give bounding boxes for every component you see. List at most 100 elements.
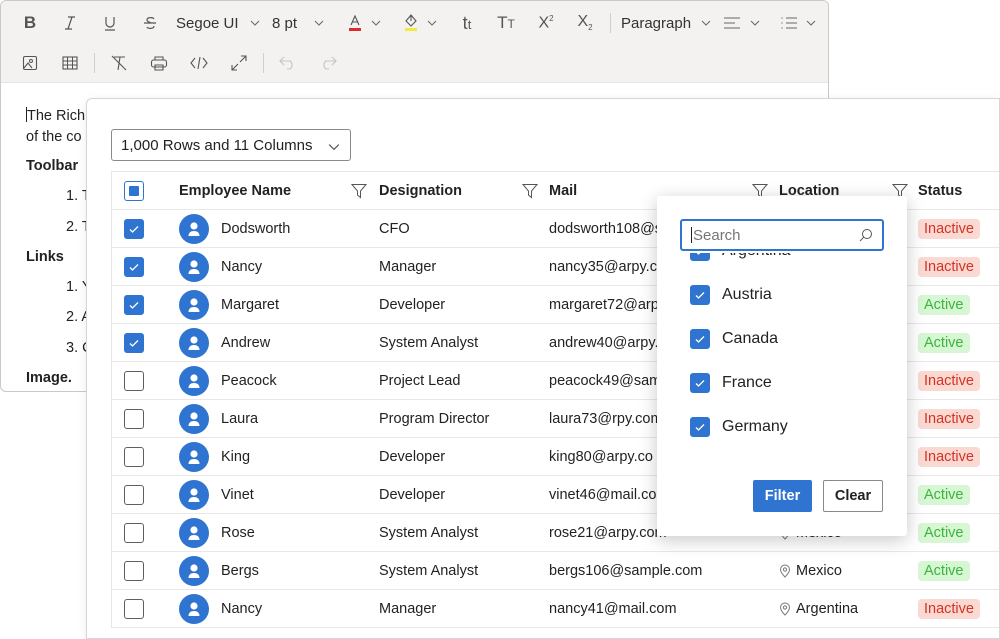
redo-button[interactable]	[318, 43, 338, 83]
row-checkbox[interactable]	[124, 294, 144, 315]
alignment-dropdown[interactable]	[723, 3, 760, 43]
avatar	[179, 251, 209, 282]
row-checkbox[interactable]	[124, 560, 144, 581]
strikethrough-button[interactable]	[139, 3, 161, 43]
filter-option-checkbox[interactable]	[690, 329, 710, 349]
row-select-cell	[124, 362, 144, 399]
row-checkbox[interactable]	[124, 218, 144, 239]
status-cell: Active	[918, 324, 970, 361]
filter-option-label: Austria	[722, 286, 772, 303]
status-badge: Inactive	[918, 256, 980, 277]
filter-option-checkbox[interactable]	[690, 285, 710, 305]
row-select-cell	[124, 514, 144, 551]
mail-cell: nancy35@arpy.c	[549, 258, 657, 275]
ordered-list-icon	[781, 17, 797, 29]
clear-format-button[interactable]	[109, 43, 129, 83]
employee-name-cell: King	[179, 438, 250, 475]
row-checkbox[interactable]	[124, 484, 144, 505]
row-checkbox[interactable]	[124, 332, 144, 353]
filter-option-checkbox[interactable]	[690, 253, 710, 261]
underline-button[interactable]	[99, 3, 121, 43]
checkmark-icon	[128, 261, 140, 273]
column-header-status[interactable]: Status	[918, 172, 962, 209]
avatar	[179, 479, 209, 510]
row-checkbox[interactable]	[124, 370, 144, 391]
employee-name: Dodsworth	[221, 220, 291, 237]
designation-cell: CFO	[379, 220, 410, 237]
filter-icon[interactable]	[522, 183, 538, 199]
mail-cell: nancy41@mail.com	[549, 600, 677, 617]
user-icon	[187, 373, 201, 389]
checkmark-icon	[128, 223, 140, 235]
designation-cell: Project Lead	[379, 372, 461, 389]
filter-option[interactable]: Canada	[690, 329, 778, 349]
background-color-button[interactable]	[403, 3, 437, 43]
toolbar-separator	[610, 13, 611, 33]
status-badge: Active	[918, 294, 970, 315]
filter-option-label: Argentina	[722, 253, 791, 260]
undo-icon	[279, 56, 293, 70]
italic-button[interactable]	[59, 3, 81, 43]
font-name-dropdown[interactable]: Segoe UI	[176, 3, 260, 43]
employee-name-cell: Bergs	[179, 552, 259, 589]
status-badge: Inactive	[918, 370, 980, 391]
column-header-mail[interactable]: Mail	[549, 172, 577, 209]
print-button[interactable]	[149, 43, 169, 83]
row-checkbox[interactable]	[124, 408, 144, 429]
lowercase-button[interactable]: tt	[456, 3, 478, 43]
search-placeholder: Search	[693, 226, 741, 244]
format-dropdown[interactable]: Paragraph	[621, 3, 711, 43]
row-select-cell	[124, 552, 144, 589]
row-checkbox[interactable]	[124, 446, 144, 467]
header-select-cell	[124, 172, 144, 209]
filter-option[interactable]: Germany	[690, 417, 788, 437]
row-checkbox[interactable]	[124, 522, 144, 543]
fullscreen-button[interactable]	[229, 43, 249, 83]
filter-options-list[interactable]: Argentina Austria Canada France Germany	[657, 253, 907, 453]
employee-name-cell: Nancy	[179, 248, 262, 285]
column-header-name[interactable]: Employee Name	[179, 172, 291, 209]
row-checkbox[interactable]	[124, 256, 144, 277]
rows-columns-dropdown[interactable]: 1,000 Rows and 11 Columns	[111, 129, 351, 161]
subscript-button[interactable]: X2	[574, 3, 596, 43]
print-icon	[150, 56, 168, 71]
filter-option-checkbox[interactable]	[690, 373, 710, 393]
filter-option[interactable]: Argentina	[690, 253, 791, 261]
status-cell: Inactive	[918, 400, 980, 437]
clear-button[interactable]: Clear	[823, 480, 883, 512]
rows-columns-value: 1,000 Rows and 11 Columns	[121, 136, 313, 154]
employee-name: Vinet	[221, 486, 254, 503]
employee-name-cell: Vinet	[179, 476, 254, 513]
undo-button[interactable]	[278, 43, 298, 83]
column-header-designation[interactable]: Designation	[379, 172, 462, 209]
row-checkbox[interactable]	[124, 598, 144, 619]
location-value: Mexico	[796, 562, 842, 579]
table-row[interactable]: Bergs System Analyst bergs106@sample.com…	[112, 552, 999, 590]
italic-icon	[65, 16, 75, 30]
insert-table-button[interactable]	[60, 43, 80, 83]
status-badge: Active	[918, 560, 970, 581]
filter-option-checkbox[interactable]	[690, 417, 710, 437]
status-badge: Inactive	[918, 598, 980, 619]
filter-search-input[interactable]: Search	[680, 219, 884, 251]
source-code-button[interactable]	[189, 43, 209, 83]
font-size-dropdown[interactable]: 8 pt	[272, 3, 324, 43]
ordered-list-dropdown[interactable]	[780, 3, 816, 43]
user-icon	[187, 525, 201, 541]
filter-icon[interactable]	[351, 183, 367, 199]
table-row[interactable]: Nancy Manager nancy41@mail.com Argentina…	[112, 590, 999, 628]
font-color-button[interactable]	[347, 3, 381, 43]
employee-name-cell: Margaret	[179, 286, 279, 323]
filter-option[interactable]: France	[690, 373, 772, 393]
filter-option[interactable]: Austria	[690, 285, 772, 305]
uppercase-button[interactable]: TT	[495, 3, 517, 43]
employee-name: Andrew	[221, 334, 271, 351]
superscript-button[interactable]: X2	[535, 3, 557, 43]
expand-icon	[231, 55, 247, 71]
bold-button[interactable]: B	[19, 3, 41, 43]
status-badge: Inactive	[918, 408, 980, 429]
employee-name: Bergs	[221, 562, 259, 579]
insert-image-button[interactable]	[20, 43, 40, 83]
select-all-checkbox[interactable]	[124, 180, 144, 201]
filter-button[interactable]: Filter	[753, 480, 812, 512]
